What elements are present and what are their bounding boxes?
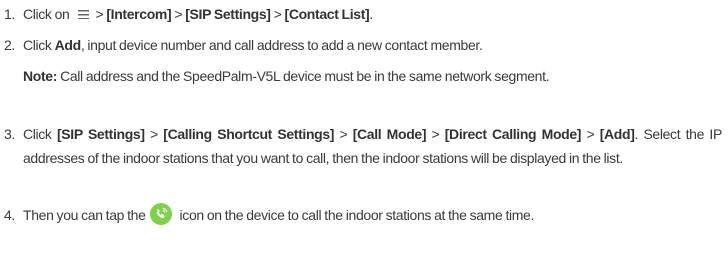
step-text: Click Add, input device number and call …: [23, 37, 483, 53]
menu-path-direct-calling-mode: [Direct Calling Mode]: [444, 126, 582, 142]
step-number: 2.: [4, 37, 15, 53]
call-icon: [149, 203, 172, 225]
note-label: Note:: [23, 68, 58, 84]
step-number: 3.: [4, 126, 15, 142]
add-label: Add: [54, 37, 82, 53]
step-number: 1.: [4, 6, 15, 22]
step-text: Click on > [Intercom] > [SIP Settings] > …: [23, 6, 373, 22]
instruction-document: 1. Click on > [Intercom] > [SIP Settings]…: [0, 0, 728, 261]
note-block: Note: Call address and the SpeedPalm-V5L…: [23, 64, 722, 88]
step-3: 3. Click [SIP Settings] > [Calling Short…: [0, 122, 722, 170]
note-text: Call address and the SpeedPalm-V5L devic…: [57, 68, 550, 84]
step-number: 4.: [4, 207, 15, 223]
menu-path-call-mode: [Call Mode]: [352, 126, 427, 142]
step-1: 1. Click on > [Intercom] > [SIP Settings]…: [0, 2, 722, 26]
hamburger-menu-icon: [77, 10, 89, 19]
menu-path-add: [Add]: [599, 126, 635, 142]
step-text: Click [SIP Settings] > [Calling Shortcut…: [23, 126, 722, 166]
menu-path-sip-settings: [SIP Settings]: [185, 6, 271, 22]
step-2: 2. Click Add, input device number and ca…: [0, 33, 722, 88]
menu-path-calling-shortcut-settings: [Calling Shortcut Settings]: [163, 126, 335, 142]
step-text: Then you can tap the icon on the device t…: [23, 203, 722, 227]
menu-path-intercom: [Intercom]: [106, 6, 172, 22]
step-4: 4. Then you can tap the icon on the devic…: [0, 203, 722, 227]
menu-path-sip-settings: [SIP Settings]: [56, 126, 145, 142]
menu-path-contact-list: [Contact List]: [284, 6, 370, 22]
